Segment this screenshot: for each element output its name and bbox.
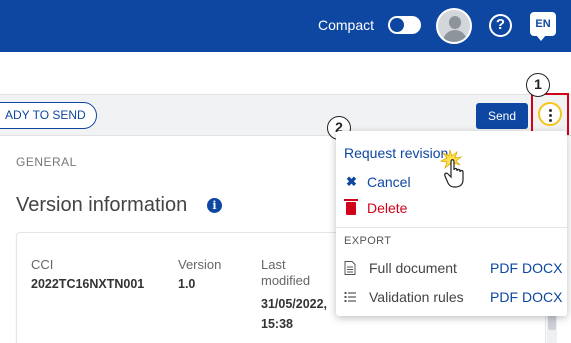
info-icon[interactable]: i	[207, 198, 222, 213]
menu-divider	[336, 227, 567, 228]
export-heading: EXPORT	[344, 235, 392, 247]
section-label: GENERAL	[16, 155, 77, 169]
callout-1: 1	[526, 73, 550, 97]
send-button[interactable]: Send	[476, 103, 528, 129]
cci-label: CCI	[31, 257, 54, 272]
version-label: Version	[178, 257, 222, 272]
version-value: 1.0	[178, 277, 196, 291]
avatar-head	[449, 16, 461, 29]
hand-cursor-icon	[439, 149, 464, 188]
delete-item[interactable]: Delete	[336, 195, 567, 221]
close-icon: ✖	[346, 174, 357, 189]
export-full-document-row: Full document PDF DOCX	[336, 255, 567, 281]
top-bar: Compact ? EN	[0, 0, 571, 52]
last-modified-label: Last modified	[261, 257, 311, 288]
full-document-pdf-link[interactable]: PDF	[490, 255, 518, 281]
trash-icon	[344, 199, 358, 215]
delete-label: Delete	[367, 200, 408, 216]
list-icon	[344, 292, 356, 302]
compact-toggle[interactable]	[388, 16, 421, 34]
kebab-highlight-box	[531, 93, 569, 135]
document-icon	[344, 261, 356, 275]
full-document-label: Full document	[369, 260, 457, 276]
toggle-knob	[390, 18, 404, 32]
cancel-label: Cancel	[367, 174, 411, 190]
compact-label: Compact	[318, 17, 375, 33]
avatar-body	[443, 30, 467, 42]
action-toolbar: ADY TO SEND Send	[0, 94, 571, 136]
full-document-docx-link[interactable]: DOCX	[522, 255, 562, 281]
page-title: Version information	[16, 194, 188, 216]
validation-rules-docx-link[interactable]: DOCX	[522, 284, 562, 310]
help-icon[interactable]: ?	[489, 14, 512, 37]
validation-rules-label: Validation rules	[369, 289, 464, 305]
user-avatar[interactable]	[436, 8, 472, 44]
cci-value: 2022TC16NXTN001	[31, 277, 145, 291]
validation-rules-pdf-link[interactable]: PDF	[490, 284, 518, 310]
language-icon[interactable]: EN	[530, 12, 556, 41]
export-validation-rules-row: Validation rules PDF DOCX	[336, 284, 567, 310]
status-badge: ADY TO SEND	[0, 102, 97, 129]
